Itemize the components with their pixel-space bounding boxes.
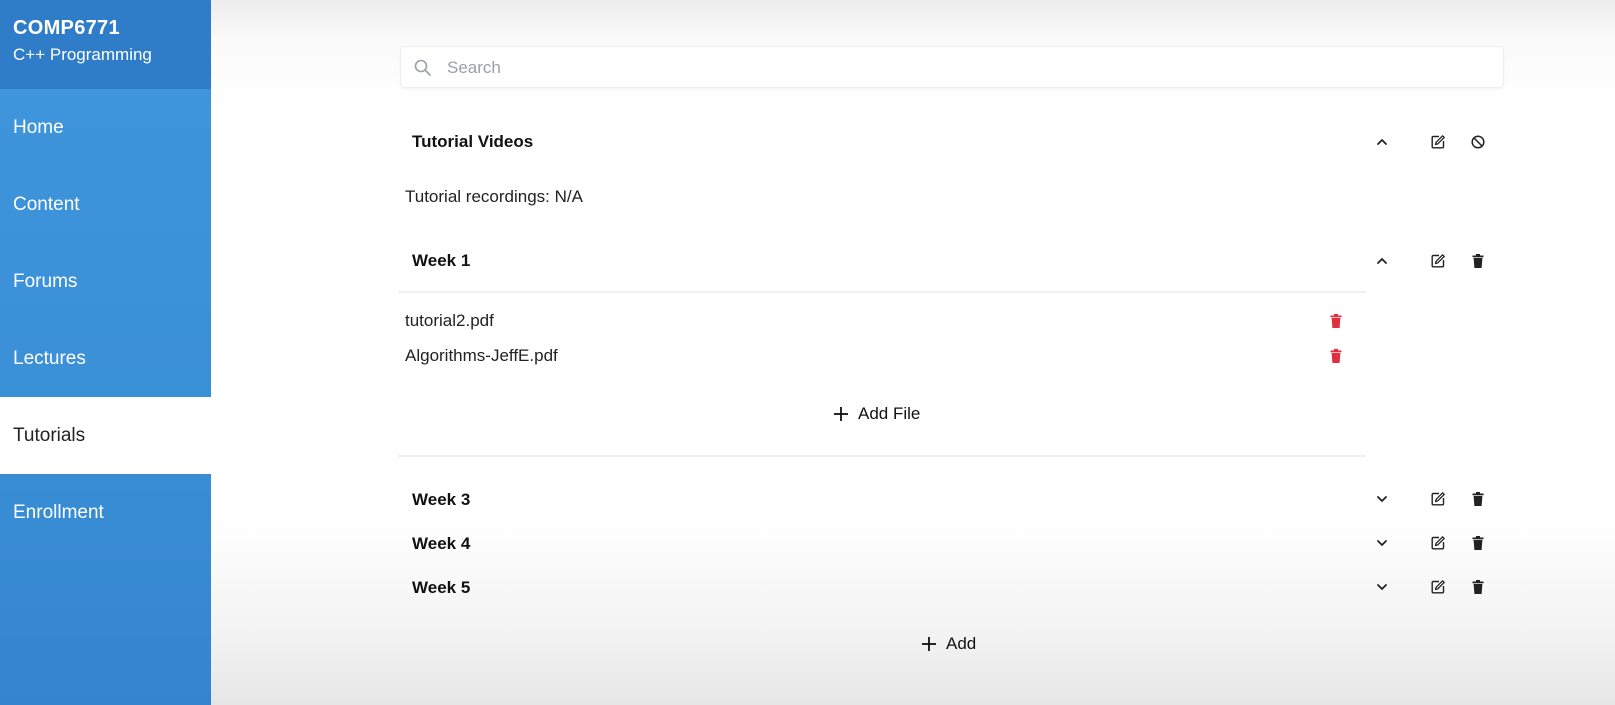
edit-icon[interactable] <box>1428 251 1448 271</box>
chevron-down-icon[interactable] <box>1372 533 1392 553</box>
edit-icon[interactable] <box>1428 533 1448 553</box>
chevron-down-icon[interactable] <box>1372 489 1392 509</box>
chevron-down-icon[interactable] <box>1372 577 1392 597</box>
sidebar-item-tutorials[interactable]: Tutorials <box>0 397 211 474</box>
section-title-week-4: Week 4 <box>412 534 471 553</box>
search-box[interactable] <box>400 46 1504 89</box>
section-title-week-1: Week 1 <box>412 251 471 270</box>
add-file-button[interactable]: Add File <box>832 404 920 424</box>
sidebar-item-forums[interactable]: Forums <box>0 243 211 320</box>
add-section-label: Add <box>946 634 977 653</box>
sidebar: COMP6771 C++ Programming Home Content Fo… <box>0 0 211 705</box>
trash-icon[interactable] <box>1468 489 1488 509</box>
chevron-up-icon[interactable] <box>1372 251 1392 271</box>
trash-icon[interactable] <box>1468 251 1488 271</box>
section-title-tutorial-videos: Tutorial Videos <box>412 132 534 151</box>
add-section-button[interactable]: Add <box>920 634 976 654</box>
add-file-label: Add File <box>858 404 921 423</box>
section-title-week-3: Week 3 <box>412 490 471 509</box>
file-name[interactable]: Algorithms-JeffE.pdf <box>405 346 558 366</box>
sidebar-item-home[interactable]: Home <box>0 89 211 166</box>
trash-icon[interactable] <box>1468 533 1488 553</box>
file-name[interactable]: tutorial2.pdf <box>405 311 494 331</box>
section-title-week-5: Week 5 <box>412 578 471 597</box>
plus-icon <box>922 637 936 651</box>
edit-icon[interactable] <box>1428 489 1448 509</box>
sidebar-item-lectures[interactable]: Lectures <box>0 320 211 397</box>
divider <box>398 455 1366 457</box>
trash-icon[interactable] <box>1468 577 1488 597</box>
sidebar-item-enrollment[interactable]: Enrollment <box>0 474 211 551</box>
search-input[interactable] <box>445 47 1489 89</box>
trash-icon[interactable] <box>1326 311 1346 331</box>
search-icon <box>413 58 433 78</box>
course-header: COMP6771 C++ Programming <box>0 0 211 89</box>
course-code: COMP6771 <box>13 17 120 39</box>
sidebar-item-content[interactable]: Content <box>0 166 211 243</box>
tutorial-videos-description: Tutorial recordings: N/A <box>405 187 583 206</box>
plus-icon <box>834 407 848 421</box>
trash-icon[interactable] <box>1326 346 1346 366</box>
disable-icon[interactable] <box>1468 132 1488 152</box>
divider <box>398 291 1366 293</box>
course-name: C++ Programming <box>13 45 152 64</box>
edit-icon[interactable] <box>1428 577 1448 597</box>
chevron-up-icon[interactable] <box>1372 132 1392 152</box>
edit-icon[interactable] <box>1428 132 1448 152</box>
